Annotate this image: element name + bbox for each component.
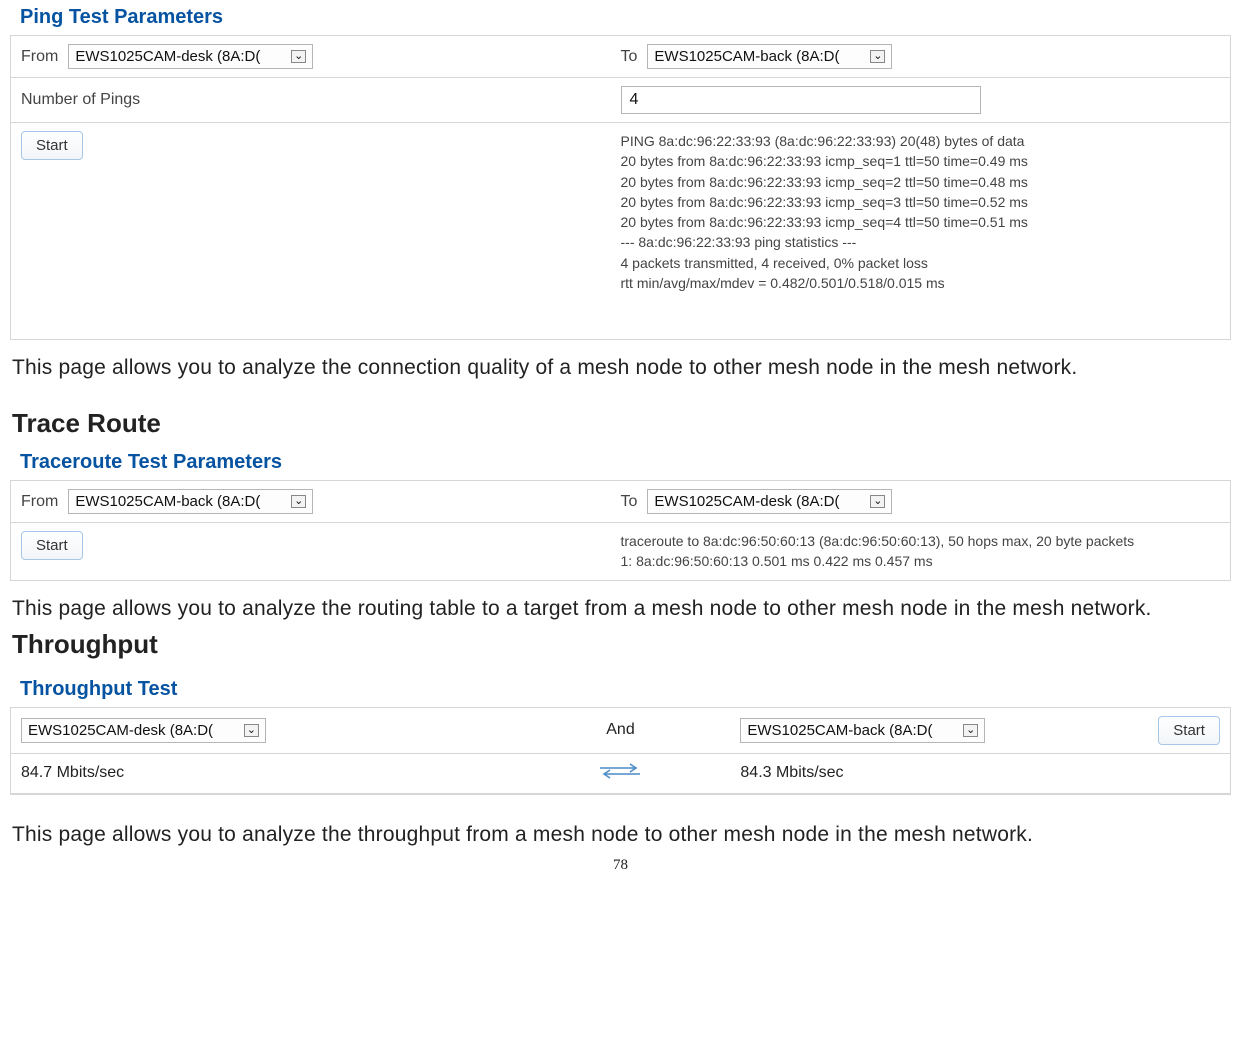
trace-start-button[interactable]: Start — [21, 531, 83, 560]
trace-to-value: EWS1025CAM-desk (8A:D( — [654, 493, 839, 510]
chevron-down-icon: ⌄ — [870, 495, 885, 508]
ping-start-button[interactable]: Start — [21, 131, 83, 160]
chevron-down-icon: ⌄ — [244, 724, 259, 737]
page-number: 78 — [10, 857, 1231, 874]
throughput-section-title: Throughput — [12, 629, 1229, 660]
throughput-and-label: And — [606, 721, 634, 738]
trace-result-output: traceroute to 8a:dc:96:50:60:13 (8a:dc:9… — [621, 531, 1221, 572]
throughput-start-button[interactable]: Start — [1158, 716, 1220, 745]
trace-from-select[interactable]: EWS1025CAM-back (8A:D( ⌄ — [68, 489, 313, 514]
chevron-down-icon: ⌄ — [291, 50, 306, 63]
num-pings-label: Number of Pings — [21, 91, 140, 109]
ping-to-label: To — [621, 48, 638, 66]
ping-result-output: PING 8a:dc:96:22:33:93 (8a:dc:96:22:33:9… — [621, 131, 1221, 293]
ping-from-select[interactable]: EWS1025CAM-desk (8A:D( ⌄ — [68, 44, 313, 69]
trace-from-label: From — [21, 493, 58, 511]
bidirectional-arrow-icon — [596, 762, 644, 780]
throughput-panel: EWS1025CAM-desk (8A:D( ⌄ And EWS1025CAM-… — [10, 707, 1231, 795]
ping-heading: Ping Test Parameters — [10, 0, 1231, 35]
num-pings-input[interactable]: 4 — [621, 86, 981, 114]
throughput-right-value: EWS1025CAM-back (8A:D( — [747, 722, 932, 739]
throughput-left-select[interactable]: EWS1025CAM-desk (8A:D( ⌄ — [21, 718, 266, 743]
throughput-left-value: EWS1025CAM-desk (8A:D( — [28, 722, 213, 739]
trace-to-label: To — [621, 493, 638, 511]
trace-heading: Traceroute Test Parameters — [10, 445, 1231, 480]
trace-from-value: EWS1025CAM-back (8A:D( — [75, 493, 260, 510]
trace-panel: From EWS1025CAM-back (8A:D( ⌄ To EWS1025… — [10, 480, 1231, 581]
trace-description: This page allows you to analyze the rout… — [12, 597, 1229, 621]
trace-section-title: Trace Route — [12, 408, 1229, 439]
throughput-heading: Throughput Test — [10, 672, 1231, 707]
throughput-right-speed: 84.3 Mbits/sec — [740, 764, 843, 781]
ping-to-value: EWS1025CAM-back (8A:D( — [654, 48, 839, 65]
throughput-right-select[interactable]: EWS1025CAM-back (8A:D( ⌄ — [740, 718, 985, 743]
ping-from-label: From — [21, 48, 58, 66]
throughput-description: This page allows you to analyze the thro… — [12, 823, 1229, 847]
ping-description: This page allows you to analyze the conn… — [12, 356, 1229, 380]
throughput-left-speed: 84.7 Mbits/sec — [21, 764, 124, 781]
trace-to-select[interactable]: EWS1025CAM-desk (8A:D( ⌄ — [647, 489, 892, 514]
chevron-down-icon: ⌄ — [291, 495, 306, 508]
ping-to-select[interactable]: EWS1025CAM-back (8A:D( ⌄ — [647, 44, 892, 69]
chevron-down-icon: ⌄ — [870, 50, 885, 63]
ping-from-value: EWS1025CAM-desk (8A:D( — [75, 48, 260, 65]
ping-panel: From EWS1025CAM-desk (8A:D( ⌄ To EWS1025… — [10, 35, 1231, 340]
chevron-down-icon: ⌄ — [963, 724, 978, 737]
